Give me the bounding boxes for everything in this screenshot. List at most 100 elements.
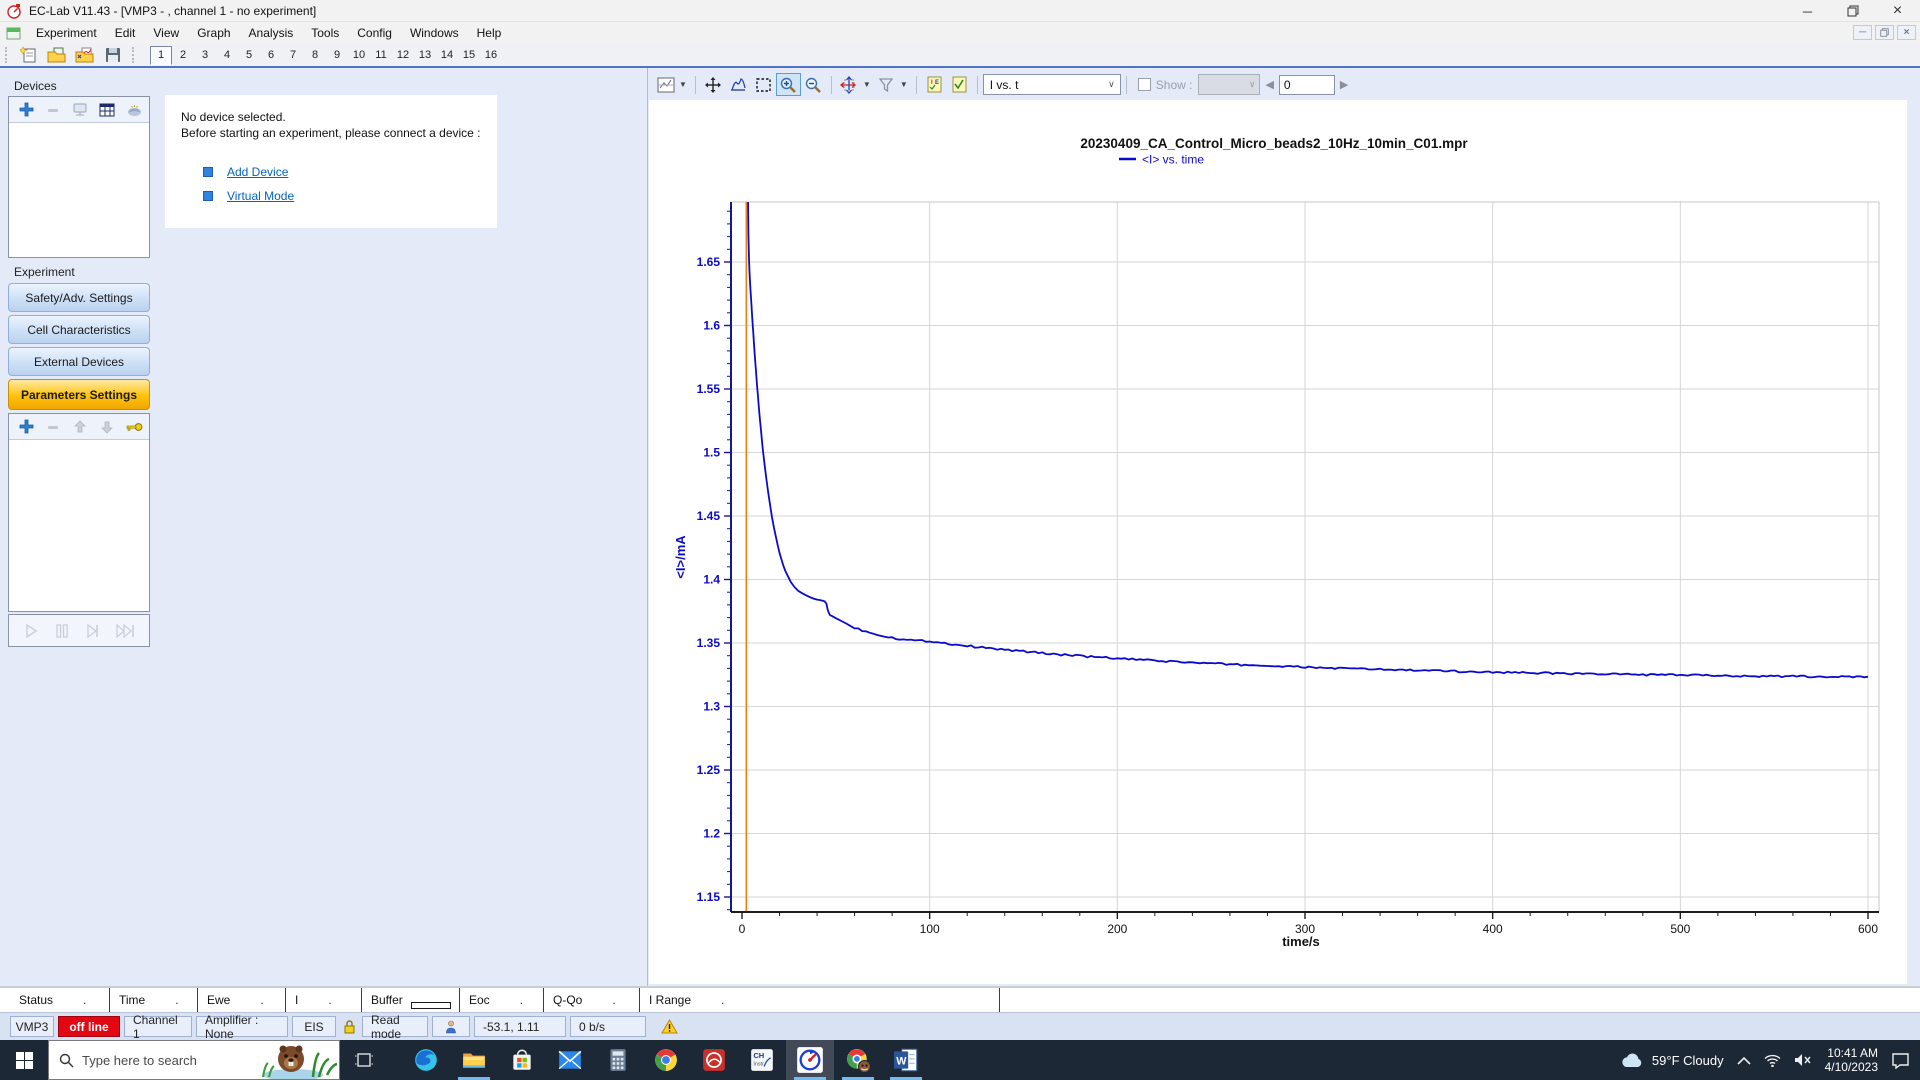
weather-widget[interactable]: 59°F Cloudy (1620, 1052, 1724, 1068)
channel-tab-14[interactable]: 14 (436, 46, 458, 65)
close-button[interactable]: × (1875, 0, 1920, 22)
volume-muted-icon[interactable] (1794, 1053, 1812, 1067)
taskbar-app-ec-lab[interactable] (786, 1040, 834, 1080)
next-icon[interactable] (84, 622, 102, 640)
open-graph-icon[interactable] (73, 45, 97, 65)
task-view-button[interactable] (340, 1040, 388, 1080)
parameters-settings-button[interactable]: Parameters Settings (8, 379, 150, 410)
play-icon[interactable] (22, 622, 40, 640)
menu-analysis[interactable]: Analysis (240, 23, 303, 43)
end-icon[interactable] (115, 622, 137, 640)
spin-left-icon[interactable]: ◀ (1265, 78, 1273, 91)
show-checkbox[interactable] (1138, 78, 1151, 91)
filter-caret[interactable]: ▼ (900, 80, 908, 89)
channel-tab-11[interactable]: 11 (370, 46, 392, 65)
open-experiment-icon[interactable] (45, 45, 69, 65)
display-options-caret[interactable]: ▼ (679, 80, 687, 89)
safety-settings-button[interactable]: Safety/Adv. Settings (8, 283, 150, 312)
add-device-link[interactable]: Add Device (227, 165, 288, 179)
external-devices-button[interactable]: External Devices (8, 347, 150, 376)
display-options-icon[interactable] (653, 73, 678, 96)
menu-graph[interactable]: Graph (188, 23, 239, 43)
channel-tab-5[interactable]: 5 (238, 46, 260, 65)
view-selector-combo[interactable]: I vs. t ∨ (983, 74, 1121, 95)
menu-help[interactable]: Help (468, 23, 511, 43)
taskbar-app-chrome-profile[interactable] (834, 1040, 882, 1080)
channel-tab-15[interactable]: 15 (458, 46, 480, 65)
channel-tab-1[interactable]: 1 (150, 46, 172, 65)
taskbar-app-calculator[interactable] (594, 1040, 642, 1080)
cell-characteristics-button[interactable]: Cell Characteristics (8, 315, 150, 344)
zoom-out-icon[interactable] (801, 73, 826, 96)
menu-edit[interactable]: Edit (106, 23, 145, 43)
taskbar-app-edge[interactable] (402, 1040, 450, 1080)
taskbar-app-chrome[interactable] (642, 1040, 690, 1080)
zoom-in-icon[interactable] (776, 73, 801, 96)
action-center-icon[interactable] (1891, 1052, 1910, 1069)
menu-bar: ExperimentEditViewGraphAnalysisToolsConf… (0, 22, 1920, 44)
remove-device-icon[interactable] (44, 101, 62, 119)
taskbar-app-mail[interactable] (546, 1040, 594, 1080)
spin-value-input[interactable]: 0 (1279, 75, 1335, 95)
remove-parameter-icon[interactable] (44, 418, 62, 436)
mdi-close-button[interactable]: × (1897, 25, 1916, 40)
channel-tab-13[interactable]: 13 (414, 46, 436, 65)
channel-tab-10[interactable]: 10 (348, 46, 370, 65)
restore-button[interactable] (1830, 0, 1875, 22)
taskbar-app-file-explorer[interactable] (450, 1040, 498, 1080)
channel-tab-12[interactable]: 12 (392, 46, 414, 65)
menu-windows[interactable]: Windows (401, 23, 468, 43)
move-up-icon[interactable] (71, 418, 89, 436)
filter-icon[interactable] (874, 73, 899, 96)
process-check-icon[interactable] (947, 73, 972, 96)
modify-key-icon[interactable] (125, 418, 143, 436)
chart-canvas[interactable]: 1.151.21.251.31.351.41.451.51.551.61.650… (649, 100, 1907, 984)
menu-experiment[interactable]: Experiment (27, 23, 106, 43)
taskbar-app-ch-instruments[interactable]: CHInstr. (738, 1040, 786, 1080)
wifi-icon[interactable] (1764, 1054, 1781, 1067)
pan-icon[interactable] (701, 73, 726, 96)
menu-tools[interactable]: Tools (302, 23, 348, 43)
add-device-icon[interactable] (17, 101, 35, 119)
channel-tab-6[interactable]: 6 (260, 46, 282, 65)
hidden-icons-chevron[interactable] (1737, 1056, 1751, 1065)
channel-tab-3[interactable]: 3 (194, 46, 216, 65)
move-down-icon[interactable] (98, 418, 116, 436)
start-button[interactable] (0, 1040, 48, 1080)
clock-widget[interactable]: 10:41 AM 4/10/2023 (1825, 1046, 1878, 1074)
firmware-icon[interactable] (125, 101, 143, 119)
channel-tab-2[interactable]: 2 (172, 46, 194, 65)
taskbar-app-store[interactable] (498, 1040, 546, 1080)
channel-tab-16[interactable]: 16 (480, 46, 502, 65)
pause-icon[interactable] (53, 622, 71, 640)
ie-ranges-icon[interactable]: IE (922, 73, 947, 96)
channel-tab-4[interactable]: 4 (216, 46, 238, 65)
spin-right-icon[interactable]: ▶ (1340, 78, 1348, 91)
menu-view[interactable]: View (144, 23, 188, 43)
mdi-restore-button[interactable] (1875, 25, 1894, 40)
scale-options-icon[interactable] (837, 73, 862, 96)
channel-tab-8[interactable]: 8 (304, 46, 326, 65)
new-protocol-icon[interactable] (17, 45, 41, 65)
menu-config[interactable]: Config (348, 23, 401, 43)
device-table-icon[interactable] (98, 101, 116, 119)
devices-list[interactable] (9, 123, 149, 257)
scale-options-caret[interactable]: ▼ (863, 80, 871, 89)
search-highlight-doodle[interactable] (253, 1041, 339, 1079)
device-network-icon[interactable] (71, 101, 89, 119)
fit-axes-icon[interactable] (726, 73, 751, 96)
taskbar-app-photos[interactable] (690, 1040, 738, 1080)
channel-tab-7[interactable]: 7 (282, 46, 304, 65)
taskbar-app-word[interactable]: W (882, 1040, 930, 1080)
minimize-button[interactable]: ─ (1785, 0, 1830, 22)
taskbar-search-input[interactable]: Type here to search (48, 1040, 340, 1080)
channel-tab-9[interactable]: 9 (326, 46, 348, 65)
save-icon[interactable] (101, 45, 125, 65)
ch-instruments-icon: CHInstr. (749, 1047, 775, 1073)
virtual-mode-link[interactable]: Virtual Mode (227, 189, 294, 203)
connection-status-badge: off line (58, 1016, 120, 1037)
add-parameter-icon[interactable] (17, 418, 35, 436)
zoom-select-icon[interactable] (751, 73, 776, 96)
parameters-list[interactable] (9, 440, 149, 611)
mdi-minimize-button[interactable]: ─ (1853, 25, 1872, 40)
